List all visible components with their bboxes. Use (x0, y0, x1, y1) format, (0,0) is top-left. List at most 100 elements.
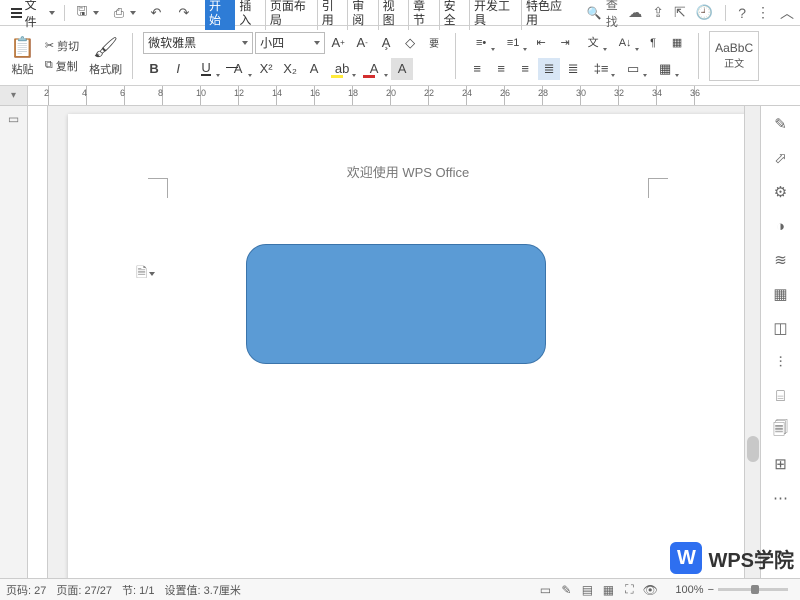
save-button[interactable]: 🖫 (69, 3, 104, 23)
char-shading-button[interactable]: A (391, 58, 413, 80)
italic-button[interactable]: I (167, 58, 189, 80)
view-web-button[interactable]: ▤ (578, 582, 596, 598)
superscript-button[interactable]: X² (255, 58, 277, 80)
zoom-slider[interactable] (718, 588, 788, 591)
settings-gear-icon[interactable]: ⚙ (771, 182, 791, 202)
chevron-down-icon (49, 11, 55, 15)
tab-view[interactable]: 视图 (379, 0, 409, 30)
shrink-font-button[interactable]: A- (351, 32, 373, 54)
align-center-button[interactable]: ≡ (490, 58, 512, 80)
history-button[interactable]: 🕘 (696, 4, 713, 21)
ruler-corner[interactable]: ▾ (0, 86, 28, 105)
zoom-out-button[interactable]: − (708, 584, 714, 596)
layers-icon[interactable]: ≋ (771, 250, 791, 270)
tab-page-layout[interactable]: 页面布局 (266, 0, 318, 30)
tab-review[interactable]: 审阅 (348, 0, 378, 30)
highlight-button[interactable]: ab (327, 58, 357, 80)
show-marks-button[interactable]: ¶ (642, 32, 664, 54)
apps-icon[interactable]: ◫ (771, 318, 791, 338)
format-painter-label: 格式刷 (89, 61, 122, 77)
cloud-sync-button[interactable]: ☁ (628, 4, 642, 21)
undo-button[interactable]: ↶ (143, 3, 169, 23)
toolbox-icon[interactable]: ⌸ (771, 386, 791, 406)
page[interactable]: 欢迎使用 WPS Office 🗎 (68, 114, 748, 578)
zoom-value[interactable]: 100% (675, 584, 703, 596)
numbering-button[interactable]: ≡1 (498, 32, 528, 54)
search-button[interactable]: 🔍 查找 (587, 0, 626, 30)
view-focus-button[interactable]: 👁 (641, 582, 659, 598)
decrease-indent-button[interactable]: ⇤ (530, 32, 552, 54)
help-button[interactable]: ? (738, 5, 746, 21)
vertical-scrollbar[interactable] (744, 106, 760, 578)
collapse-ribbon-button[interactable]: ︿ (780, 3, 794, 23)
font-size-select[interactable]: 小四 (255, 32, 325, 54)
borders-button[interactable]: ▦ (650, 58, 680, 80)
grid-icon[interactable]: ▦ (771, 284, 791, 304)
scroll-thumb[interactable] (747, 436, 759, 462)
align-left-button[interactable]: ≡ (466, 58, 488, 80)
style-normal[interactable]: AaBbC 正文 (709, 31, 759, 81)
shape-props-icon[interactable]: ◑ (771, 216, 791, 236)
increase-indent-button[interactable]: ⇥ (554, 32, 576, 54)
zoom-thumb[interactable] (751, 585, 759, 594)
app-menu-button[interactable]: 文件 (6, 0, 60, 32)
document-canvas[interactable]: 欢迎使用 WPS Office 🗎 (48, 106, 760, 578)
paste-button[interactable]: 📋 粘贴 (6, 30, 39, 82)
clipboard-icon[interactable]: 🗐 (771, 420, 791, 440)
bold-button[interactable]: B (143, 58, 165, 80)
font-name-select[interactable]: 微软雅黑 (143, 32, 253, 54)
template-icon[interactable]: ⊞ (771, 454, 791, 474)
font-color-button[interactable]: A (359, 58, 389, 80)
tab-start[interactable]: 开始 (205, 0, 235, 30)
shading-button[interactable]: ▭ (618, 58, 648, 80)
view-print-layout-button[interactable]: ▭ (536, 582, 554, 598)
align-justify-button[interactable]: ≣ (538, 58, 560, 80)
shape-layout-options[interactable]: 🗎 (136, 262, 155, 286)
tab-security[interactable]: 安全 (440, 0, 470, 30)
format-painter-button[interactable]: 🖌 格式刷 (85, 30, 126, 82)
horizontal-ruler[interactable]: 24681012141618202224262830323436 (28, 86, 800, 105)
line-spacing-button[interactable]: ‡≡ (586, 58, 616, 80)
redo-button[interactable]: ↷ (171, 3, 197, 23)
more-button[interactable]: ⋮ (756, 4, 770, 21)
tab-special-apps[interactable]: 特色应用 (522, 0, 573, 30)
change-case-button[interactable]: A̧ (375, 32, 397, 54)
align-right-button[interactable]: ≡ (514, 58, 536, 80)
workspace: ▭ 欢迎使用 WPS Office 🗎 ✎ ⬀ ⚙ ◑ ≋ ▦ ◫ ⫶ ⌸ 🗐 … (0, 106, 800, 578)
status-section[interactable]: 节: 1/1 (122, 582, 154, 598)
strikethrough-button[interactable]: A (223, 58, 253, 80)
bullets-button[interactable]: ≡• (466, 32, 496, 54)
view-outline-button[interactable]: ✎ (557, 582, 575, 598)
status-pages[interactable]: 页面: 27/27 (56, 582, 112, 598)
share-button[interactable]: ⇪ (652, 4, 664, 21)
view-fullscreen-button[interactable]: ⛶ (620, 582, 638, 598)
table-button[interactable]: ▦ (666, 32, 688, 54)
copy-button[interactable]: ⧉复制 (43, 57, 81, 75)
view-read-button[interactable]: ▦ (599, 582, 617, 598)
sort-button[interactable]: A↓ (610, 32, 640, 54)
rounded-rectangle-shape[interactable] (246, 244, 546, 364)
tab-sections[interactable]: 章节 (409, 0, 439, 30)
underline-button[interactable]: U (191, 58, 221, 80)
more-tools-icon[interactable]: ⋯ (771, 488, 791, 508)
cut-button[interactable]: ✂剪切 (43, 37, 81, 55)
tab-insert[interactable]: 插入 (235, 0, 265, 30)
text-effects-button[interactable]: A (303, 58, 325, 80)
grow-font-button[interactable]: A+ (327, 32, 349, 54)
print-button[interactable]: ⎙ (106, 3, 141, 23)
edit-icon[interactable]: ✎ (771, 114, 791, 134)
select-icon[interactable]: ⬀ (771, 148, 791, 168)
tab-dev-tools[interactable]: 开发工具 (470, 0, 522, 30)
subscript-button[interactable]: X₂ (279, 58, 301, 80)
export-button[interactable]: ⇱ (674, 4, 686, 21)
distribute-button[interactable]: ≣ (562, 58, 584, 80)
chart-icon[interactable]: ⫶ (771, 352, 791, 372)
tab-references[interactable]: 引用 (318, 0, 348, 30)
phonetic-guide-button[interactable]: 要 (423, 32, 445, 54)
status-position[interactable]: 设置值: 3.7厘米 (164, 582, 240, 598)
vertical-ruler[interactable] (28, 106, 48, 578)
text-direction-button[interactable]: 文 (578, 32, 608, 54)
clear-format-button[interactable]: ◇ (399, 32, 421, 54)
status-page-number[interactable]: 页码: 27 (6, 582, 46, 598)
navigation-pane-button[interactable]: ▭ (8, 112, 19, 126)
